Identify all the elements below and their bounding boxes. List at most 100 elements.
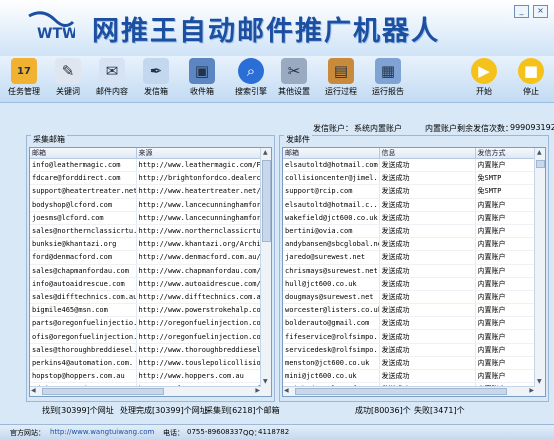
close-button[interactable]: × (533, 5, 548, 18)
table-row[interactable]: bertini@ovia.com 发送成功 内置账户 (283, 224, 536, 239)
svg-text:WTW: WTW (37, 26, 75, 42)
table-row[interactable]: sales@northernclassicrtu. http://www.nort… (30, 224, 262, 239)
table-cell: 发送成功 (379, 369, 476, 384)
column-header-send-method[interactable]: 发信方式 (475, 148, 536, 159)
table-cell: chrismays@surewest.net (283, 264, 380, 278)
table-cell: 内置账户 (475, 211, 536, 225)
toolbar-button-book[interactable]: ▤ 运行过程 (319, 58, 363, 97)
vertical-scrollbar[interactable]: ▲ ▼ (260, 148, 271, 396)
toolbar-button-calendar[interactable]: 17 任务管理 (2, 58, 46, 97)
table-cell: http://www.thoroughbreddiesel. (136, 343, 262, 357)
vertical-scrollbar[interactable]: ▲ ▼ (534, 148, 545, 396)
urls-found-count: 找到[30399]个网址 (42, 406, 114, 415)
table-row[interactable]: ofis@oregonfuelinjection. http://oregonfu… (30, 329, 262, 344)
table-cell: 发送成功 (379, 290, 476, 305)
table-row[interactable]: andybansen@sbcglobal.net 发送成功 内置账户 (283, 237, 536, 252)
table-row[interactable]: worcester@listers.co.uk 发送成功 内置账户 (283, 303, 536, 318)
minimize-button[interactable]: _ (514, 5, 529, 18)
table-row[interactable]: sales@thoroughbreddiesel. http://www.thor… (30, 343, 262, 357)
app-logo-icon: WTW (28, 11, 75, 42)
table-row[interactable]: support@heatertreater.net http://www.heat… (30, 184, 262, 199)
table-row[interactable]: servicedesk@rolfsimpo... 发送成功 内置账户 (283, 343, 536, 357)
toolbar-button-label: 运行过程 (325, 87, 357, 96)
table-cell: dougmays@surewest.net (283, 290, 380, 305)
table-row[interactable]: mini@jct600.co.uk 发送成功 内置账户 (283, 369, 536, 384)
table-cell: 内置账户 (475, 237, 536, 252)
table-row[interactable]: elsautoltd@hotmail.c... 发送成功 内置账户 (283, 198, 536, 212)
horizontal-scrollbar[interactable]: ◀ ▶ (30, 386, 261, 396)
table-cell: 内置账户 (475, 198, 536, 212)
column-header-source[interactable]: 来源 (136, 148, 262, 159)
table-cell: http://www.touslepolicollision. (136, 356, 262, 371)
table-cell: http://oregonfuelinjection.com (136, 329, 262, 344)
table-row[interactable]: collisioncenter@jimel... 发送成功 免SMTP (283, 171, 536, 186)
table-row[interactable]: dougmays@surewest.net 发送成功 内置账户 (283, 290, 536, 305)
quota-value: 999093192 (510, 123, 554, 132)
collected-emails-panel: 采集邮箱 邮箱 来源 info@leathermagic.com http://w… (26, 134, 275, 402)
toolbar-button-report[interactable]: ▦ 运行报告 (366, 58, 410, 97)
table-row[interactable]: joesms@lcford.com http://www.lancecunning… (30, 211, 262, 225)
table-cell: support@heatertreater.net (30, 184, 137, 199)
toolbar-button-play[interactable]: ▶ 开始 (462, 58, 506, 97)
column-header-info[interactable]: 信息 (379, 148, 476, 159)
table-cell: joesms@lcford.com (30, 211, 137, 225)
table-row[interactable]: info@leathermagic.com http://www.leatherm… (30, 158, 262, 173)
table-cell: sales@northernclassicrtu. (30, 224, 137, 239)
collected-emails-grid[interactable]: 邮箱 来源 info@leathermagic.com http://www.le… (29, 147, 272, 397)
table-cell: 发送成功 (379, 184, 476, 199)
table-row[interactable]: hull@jct600.co.uk 发送成功 内置账户 (283, 277, 536, 291)
toolbar-button-label: 开始 (476, 87, 492, 96)
table-row[interactable]: fdcare@forddirect.com http://brightonford… (30, 171, 262, 186)
table-cell: 发送成功 (379, 316, 476, 331)
sender-account-value: 系统内置账户 (354, 124, 402, 133)
table-row[interactable]: support@rcip.com 发送成功 免SMTP (283, 184, 536, 199)
send-emails-grid[interactable]: 邮箱 信息 发信方式 elsautoltd@hotmail.com 发送成功 内置账… (282, 147, 546, 397)
table-row[interactable]: fifeservice@rolfsimpo... 发送成功 内置账户 (283, 329, 536, 344)
table-cell: collisioncenter@jimel... (283, 171, 380, 186)
horizontal-scrollbar[interactable]: ◀ ▶ (283, 386, 535, 396)
toolbar-button-monitor[interactable]: ▣ 收件箱 (180, 58, 224, 97)
column-header-email[interactable]: 邮箱 (30, 148, 137, 159)
table-row[interactable]: enquiries@swiftmotore...发送成功内置账户 (283, 395, 536, 396)
table-row[interactable]: ford@denmacford.com http://www.denmacford… (30, 250, 262, 265)
table-row[interactable]: wakefield@jct600.co.uk 发送成功 内置账户 (283, 211, 536, 225)
toolbar-button-stop[interactable]: ■ 停止 (509, 58, 553, 97)
table-row[interactable]: info@autoaidrescue.com http://www.autoaid… (30, 277, 262, 291)
table-row[interactable]: jaredo@surewest.net 发送成功 内置账户 (283, 250, 536, 265)
table-row[interactable]: elsautoltd@hotmail.com 发送成功 内置账户 (283, 158, 536, 173)
table-cell: 发送成功 (379, 250, 476, 265)
table-cell: 内置账户 (475, 290, 536, 305)
table-row[interactable]: chrismays@surewest.net 发送成功 内置账户 (283, 264, 536, 278)
table-row[interactable]: bigmile465@msn.com http://www.powerstroke… (30, 303, 262, 318)
table-cell: http://oregonfuelinjection.com (136, 316, 262, 331)
column-header-email[interactable]: 邮箱 (283, 148, 380, 159)
toolbar-button-envelope[interactable]: ✉ 邮件内容 (90, 58, 134, 97)
website-link[interactable]: http://www.wangtuiwang.com (50, 428, 154, 436)
toolbar-button-notepad[interactable]: ✎ 关键词 (46, 58, 90, 97)
table-cell: elsautoltd@hotmail.c... (283, 198, 380, 212)
table-cell: menston@jct600.co.uk (283, 356, 380, 371)
table-row[interactable]: menston@jct600.co.uk 发送成功 内置账户 (283, 356, 536, 371)
toolbar-button-pen[interactable]: ✒ 发信箱 (134, 58, 178, 97)
table-row[interactable]: bolderauto@gmail.com 发送成功 内置账户 (283, 316, 536, 331)
table-row[interactable]: perkins4@automation.com. http://www.tousl… (30, 356, 262, 371)
table-cell: 发送成功 (379, 329, 476, 344)
toolbar-button-tools[interactable]: ✂ 其他设置 (272, 58, 316, 97)
table-row[interactable]: sales@chapmanfordau.com http://www.chapma… (30, 264, 262, 278)
play-icon: ▶ (471, 58, 497, 84)
table-cell: jaredo@surewest.net (283, 250, 380, 265)
book-icon: ▤ (328, 58, 354, 84)
tools-icon: ✂ (281, 58, 307, 84)
table-row[interactable]: bunksie@khantazi.org http://www.khantazi.… (30, 237, 262, 252)
table-row[interactable]: hopstop@hoppers.com.au http://www.hoppers… (30, 369, 262, 384)
toolbar-button-label: 搜索引擎 (235, 87, 267, 96)
toolbar-button-label: 运行报告 (372, 87, 404, 96)
urls-processed-count: 处理完成[30399]个网址 (120, 406, 208, 415)
table-cell: http://www.lancecunninghamford. (136, 211, 262, 225)
table-row[interactable]: sales@difftechnics.com.au http://www.diff… (30, 290, 262, 305)
table-row[interactable]: parts@oregonfuelinjectio. http://oregonfu… (30, 316, 262, 331)
table-row[interactable]: bodyshop@lcford.com http://www.lancecunni… (30, 198, 262, 212)
table-cell: http://www.powerstrokehalp.com/ (136, 303, 262, 318)
table-cell: 内置账户 (475, 356, 536, 371)
toolbar-button-search[interactable]: ⌕ 搜索引擎 (229, 58, 273, 97)
